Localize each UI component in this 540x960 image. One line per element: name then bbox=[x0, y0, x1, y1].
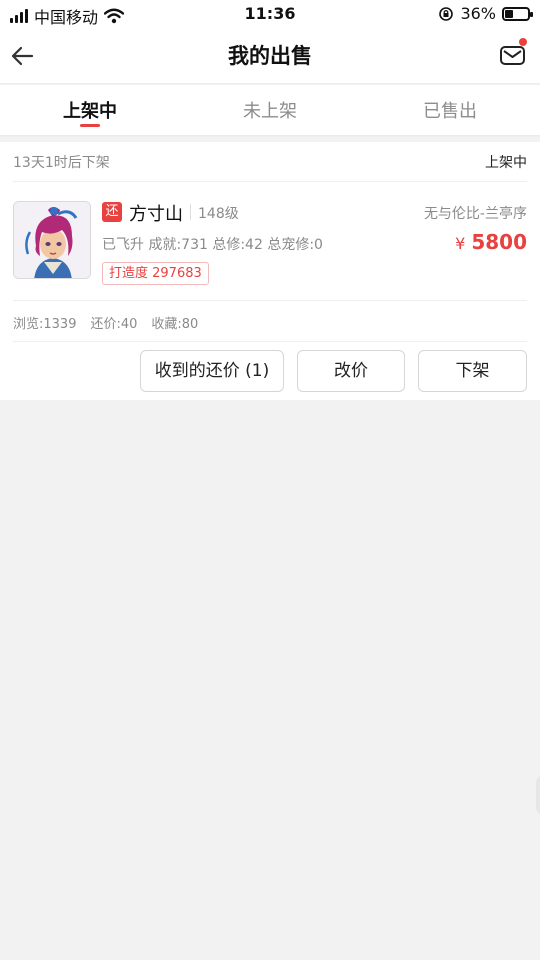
bargain-badge: 还 bbox=[102, 202, 122, 222]
character-school: 方寸山 bbox=[129, 204, 183, 225]
listing-card[interactable]: 13天1时后下架 上架中 还 方寸山 148级 无与伦比-兰亭序 已飞升 成就:… bbox=[0, 142, 540, 400]
price: ¥5800 bbox=[455, 230, 527, 254]
price-value: 5800 bbox=[471, 230, 527, 254]
listing-status: 上架中 bbox=[485, 155, 527, 171]
battery-fill bbox=[505, 9, 513, 18]
server-name: 无与伦比-兰亭序 bbox=[423, 206, 527, 222]
character-portrait bbox=[14, 202, 90, 278]
battery-percent: 36% bbox=[460, 4, 496, 23]
rotation-lock-icon bbox=[439, 6, 454, 21]
received-offers-button[interactable]: 收到的还价 (1) bbox=[140, 350, 284, 392]
delist-button[interactable]: 下架 bbox=[418, 350, 527, 392]
tab-label: 上架中 bbox=[63, 101, 117, 122]
tab-sold[interactable]: 已售出 bbox=[360, 85, 540, 135]
edit-price-button[interactable]: 改价 bbox=[297, 350, 405, 392]
listing-stats: 浏览:1339 还价:40 收藏:80 bbox=[13, 313, 198, 332]
battery-icon bbox=[502, 6, 533, 21]
floating-edge-handle[interactable] bbox=[536, 775, 540, 815]
currency-symbol: ¥ bbox=[455, 234, 466, 253]
tab-label: 已售出 bbox=[423, 101, 477, 122]
divider bbox=[13, 300, 527, 301]
unread-dot bbox=[519, 38, 527, 46]
character-attributes: 已飞升 成就:731 总修:42 总宠修:0 bbox=[102, 237, 323, 253]
nav-bar: 我的出售 bbox=[0, 28, 540, 84]
offers-count: 还价:40 bbox=[90, 317, 138, 332]
divider bbox=[13, 341, 527, 342]
character-level: 148级 bbox=[198, 206, 239, 222]
views-count: 浏览:1339 bbox=[13, 317, 77, 332]
favorites-count: 收藏:80 bbox=[151, 317, 199, 332]
tab-listed[interactable]: 上架中 bbox=[0, 85, 180, 135]
character-avatar bbox=[13, 201, 91, 279]
delist-countdown: 13天1时后下架 bbox=[13, 155, 110, 171]
tab-bar: 上架中 未上架 已售出 bbox=[0, 85, 540, 135]
status-bar: 中国移动 11:36 36% bbox=[0, 0, 540, 28]
status-right: 36% bbox=[438, 4, 533, 23]
tab-unlisted[interactable]: 未上架 bbox=[180, 85, 360, 135]
page-title: 我的出售 bbox=[228, 44, 312, 68]
mail-button[interactable] bbox=[498, 38, 528, 70]
tab-label: 未上架 bbox=[243, 101, 297, 122]
card-header: 13天1时后下架 上架中 bbox=[13, 142, 527, 182]
forge-score-tag: 打造度 297683 bbox=[102, 262, 209, 285]
tab-active-indicator bbox=[80, 124, 100, 127]
divider bbox=[190, 204, 191, 220]
